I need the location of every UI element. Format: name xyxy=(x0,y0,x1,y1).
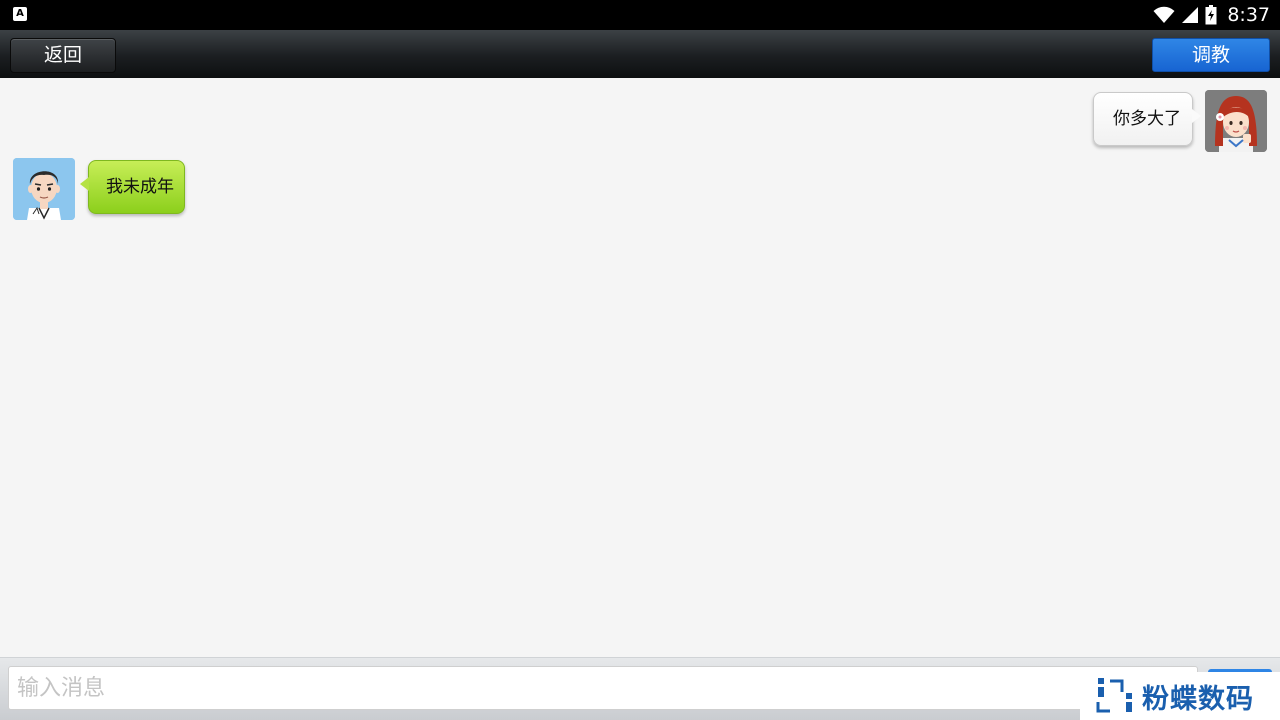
watermark-logo-icon xyxy=(1096,678,1132,713)
sent-message-bubble: 你多大了 xyxy=(1093,92,1201,146)
boy-avatar[interactable] xyxy=(13,158,75,220)
girl-avatar[interactable] xyxy=(1205,90,1267,152)
received-message-bubble: 我未成年 xyxy=(80,160,185,214)
boy-avatar-illustration xyxy=(13,158,75,220)
girl-avatar-illustration xyxy=(1205,90,1267,152)
chat-screen: A 8:37 返回 调教 你多大了 我未成年 输入消息 粉蝶数码 xyxy=(0,0,1280,720)
wifi-icon xyxy=(1153,6,1175,23)
status-time: 8:37 xyxy=(1227,4,1270,26)
back-button[interactable]: 返回 xyxy=(10,38,116,73)
status-icons: 8:37 xyxy=(1153,0,1270,30)
battery-icon xyxy=(1205,5,1217,25)
watermark-text: 粉蝶数码 xyxy=(1142,683,1254,715)
chat-area[interactable]: 你多大了 我未成年 xyxy=(0,78,1280,658)
a-box-icon: A xyxy=(13,7,27,21)
message-input[interactable] xyxy=(8,666,1198,710)
watermark: 粉蝶数码 xyxy=(1080,672,1280,720)
status-bar: A 8:37 xyxy=(0,0,1280,30)
top-toolbar: 返回 调教 xyxy=(0,30,1280,78)
train-button[interactable]: 调教 xyxy=(1152,38,1270,72)
signal-icon xyxy=(1182,7,1199,23)
